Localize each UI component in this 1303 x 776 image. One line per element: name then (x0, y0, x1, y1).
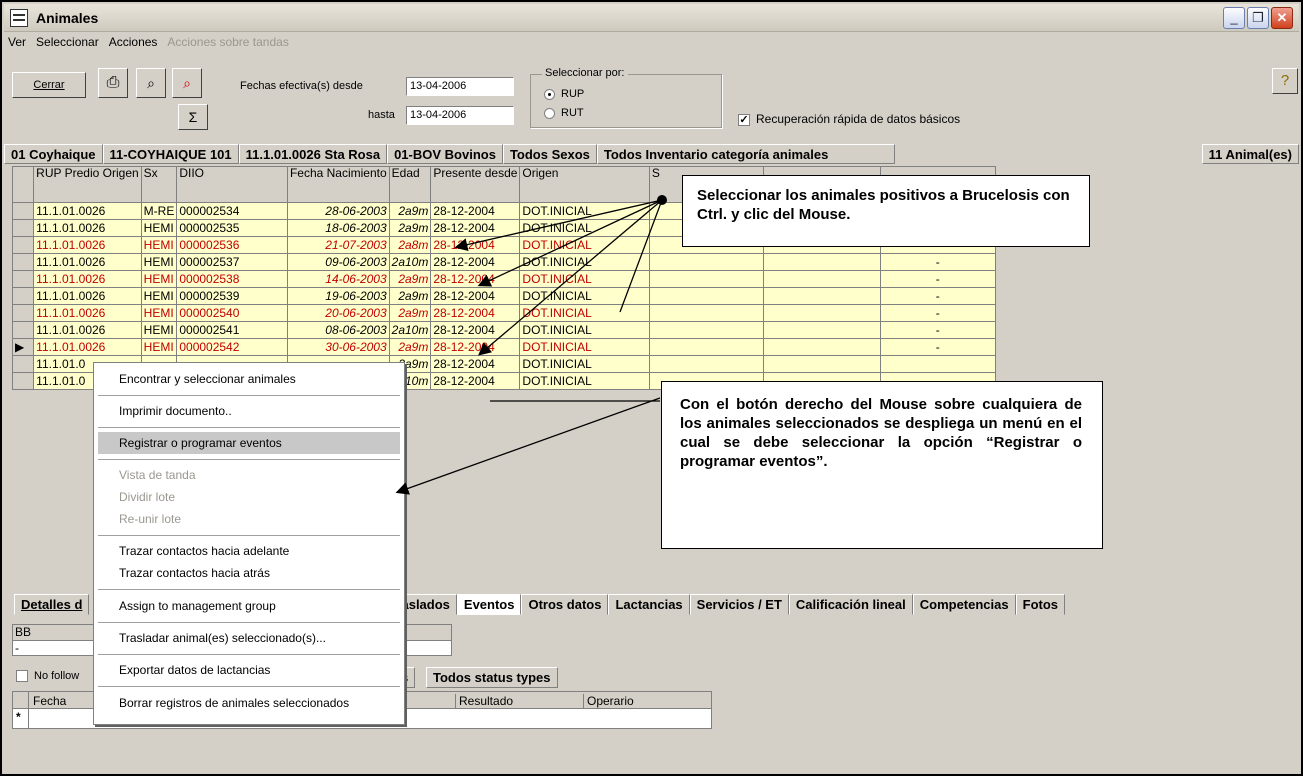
annotation-arrows (395, 195, 667, 495)
animales-window: Animales _ ❐ ✕ Ver Seleccionar Acciones … (0, 0, 1303, 776)
arrow-to-menu (395, 397, 661, 495)
arrow-to-row-3 (454, 199, 663, 252)
arrow-to-row-9 (478, 199, 663, 356)
